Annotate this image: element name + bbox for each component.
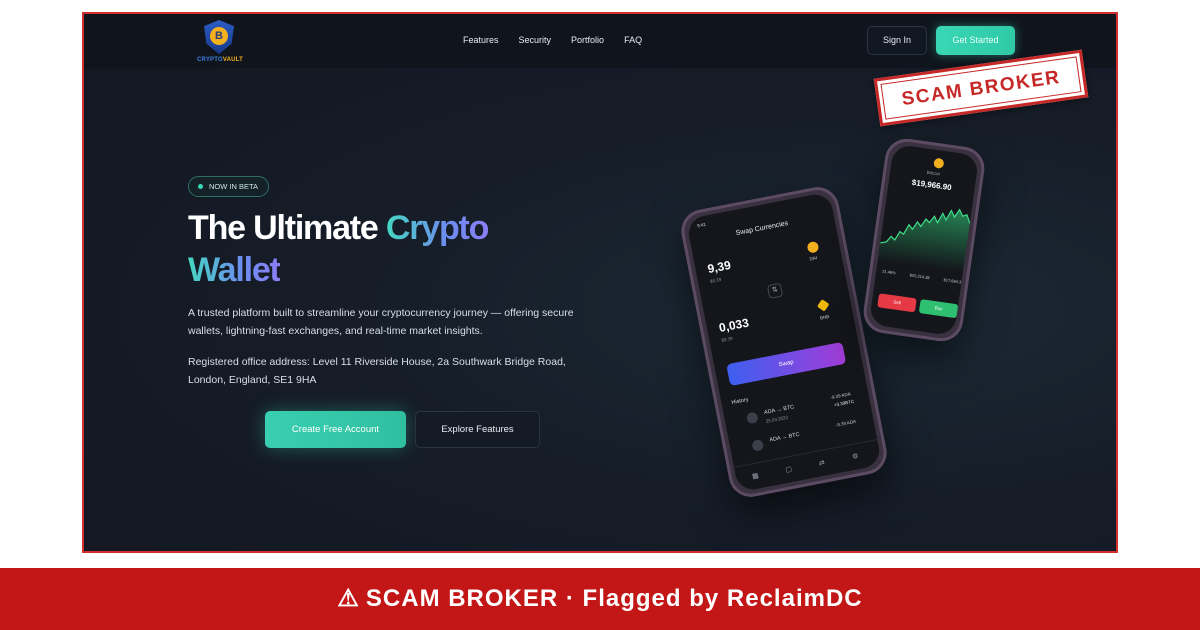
- beta-badge-label: NOW IN BETA: [209, 182, 259, 191]
- swap-button[interactable]: Swap: [726, 341, 847, 387]
- swap-amount-2: 0,033: [717, 315, 750, 335]
- coin-1-ticker: DAI: [809, 255, 818, 262]
- phone-screen-chart: Bitcoin $19,966.90 21.46% $20,314.38 $17…: [868, 143, 980, 337]
- phone-time: 9:41: [696, 221, 707, 229]
- nav-link-portfolio[interactable]: Portfolio: [571, 35, 604, 45]
- top-navbar: B CRYPTOVAULT Features Security Portfoli…: [84, 14, 1116, 68]
- dai-coin-icon: [806, 240, 820, 254]
- beta-badge: NOW IN BETA: [188, 176, 270, 197]
- hero-description: A trusted platform built to streamline y…: [188, 307, 574, 337]
- phone-screen-swap: 9:41 Swap Currencies 9,39 $9.39 DAI ⇅ 0,…: [685, 191, 883, 493]
- settings-icon[interactable]: ⚙: [851, 452, 860, 461]
- wallet-icon[interactable]: ▢: [785, 465, 793, 474]
- crypto-site: B CRYPTOVAULT Features Security Portfoli…: [84, 14, 1116, 551]
- swap-amount-2-usd: $9.39: [721, 335, 734, 343]
- phone-mockup-chart: Bitcoin $19,966.90 21.46% $20,314.38 $17…: [860, 135, 988, 345]
- status-dot-icon: [198, 184, 203, 189]
- phone-mockup-swap: 9:41 Swap Currencies 9,39 $9.39 DAI ⇅ 0,…: [677, 183, 891, 501]
- nav-link-faq[interactable]: FAQ: [624, 35, 642, 45]
- sell-button[interactable]: Sell: [877, 293, 917, 313]
- banner-text: SCAM BROKER · Flagged by ReclaimDC: [365, 585, 863, 612]
- registered-address: Registered office address: Level 11 Rive…: [188, 356, 566, 386]
- swap-amount-1-usd: $9.39: [709, 276, 722, 284]
- btc-coin-icon: [745, 411, 759, 425]
- btc-coin-icon: [751, 438, 765, 452]
- price-chart: [877, 208, 977, 274]
- main-menu: Features Security Portfolio FAQ: [463, 35, 642, 45]
- hero-title: The Ultimate Crypto Wallet: [188, 209, 489, 289]
- sign-in-button[interactable]: Sign In: [867, 26, 927, 55]
- explore-features-button[interactable]: Explore Features: [415, 411, 540, 448]
- coin-2-ticker: BNB: [819, 313, 830, 321]
- warning-icon: ⚠: [337, 585, 360, 612]
- nav-link-security[interactable]: Security: [519, 35, 552, 45]
- bitcoin-coin-icon: B: [210, 27, 228, 45]
- swap-tab-icon[interactable]: ⇄: [818, 459, 825, 468]
- buy-button[interactable]: Buy: [918, 299, 959, 319]
- logo-wordmark: CRYPTOVAULT: [197, 57, 243, 63]
- get-started-button[interactable]: Get Started: [936, 26, 1015, 55]
- history-label: History: [731, 396, 750, 407]
- swap-direction-icon[interactable]: ⇅: [766, 282, 784, 299]
- nav-link-features[interactable]: Features: [463, 35, 499, 45]
- swap-amount-1: 9,39: [706, 257, 732, 277]
- bitcoin-coin-icon: [933, 157, 945, 169]
- scam-warning-banner: ⚠ SCAM BROKER · Flagged by ReclaimDC: [0, 568, 1200, 630]
- cryptovault-logo[interactable]: B CRYPTOVAULT: [190, 20, 246, 64]
- create-free-account-button[interactable]: Create Free Account: [265, 411, 406, 448]
- bnb-coin-icon: [816, 299, 830, 312]
- website-screenshot-frame: B CRYPTOVAULT Features Security Portfoli…: [82, 12, 1118, 553]
- grid-icon[interactable]: ▦: [751, 471, 760, 480]
